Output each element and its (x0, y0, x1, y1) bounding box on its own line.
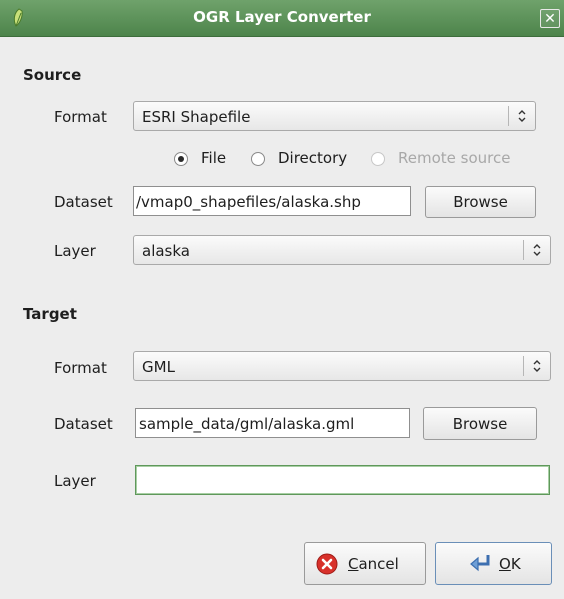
radio-remote-source (371, 152, 385, 166)
ok-mnemonic: O (499, 555, 511, 573)
target-dataset-value: sample_data/gml/alaska.gml (139, 415, 355, 433)
radio-file-label[interactable]: File (201, 149, 226, 167)
source-layer-label: Layer (54, 242, 96, 260)
radio-selected-dot (178, 156, 184, 162)
target-format-value: GML (142, 358, 175, 376)
red-x-circle-icon (316, 553, 338, 575)
combo-separator (523, 240, 524, 260)
source-layer-select[interactable]: alaska (133, 235, 551, 265)
radio-directory[interactable] (251, 152, 265, 166)
source-format-value: ESRI Shapefile (142, 108, 251, 126)
combo-separator (508, 106, 509, 126)
cancel-mnemonic: C (348, 555, 359, 573)
target-layer-field[interactable] (135, 465, 550, 495)
return-arrow-icon (470, 555, 490, 572)
updown-arrow-icon (518, 110, 526, 122)
target-browse-button[interactable]: Browse (423, 407, 537, 440)
source-browse-button[interactable]: Browse (425, 186, 536, 218)
ok-label-rest: K (510, 555, 521, 573)
target-format-select[interactable]: GML (133, 351, 551, 381)
close-icon[interactable]: ✕ (540, 9, 560, 28)
cancel-button[interactable]: Cancel (304, 542, 426, 585)
target-dataset-field[interactable]: sample_data/gml/alaska.gml (135, 408, 410, 438)
source-dataset-label: Dataset (54, 193, 113, 211)
source-section-title: Source (23, 66, 82, 84)
cancel-button-label: Cancel (348, 555, 399, 573)
source-dataset-field[interactable]: /vmap0_shapefiles/alaska.shp (133, 186, 411, 216)
radio-directory-label[interactable]: Directory (278, 149, 360, 167)
ok-button-label: OK (499, 555, 521, 573)
updown-arrow-icon (533, 360, 541, 372)
window-title: OGR Layer Converter (193, 8, 371, 26)
ok-button[interactable]: OK (435, 542, 552, 585)
combo-separator (523, 356, 524, 376)
radio-remote-source-label: Remote source (398, 149, 511, 167)
radio-file[interactable] (174, 152, 188, 166)
target-layer-label: Layer (54, 472, 96, 490)
updown-arrow-icon (533, 244, 541, 256)
dialog-window: OGR Layer Converter ✕ Source Format ESRI… (0, 0, 564, 599)
source-format-label: Format (54, 108, 107, 126)
source-format-select[interactable]: ESRI Shapefile (133, 101, 536, 131)
source-layer-value: alaska (142, 242, 190, 260)
source-dataset-value: /vmap0_shapefiles/alaska.shp (136, 193, 361, 211)
target-section-title: Target (23, 305, 77, 323)
target-format-label: Format (54, 359, 107, 377)
cancel-label-rest: ancel (358, 555, 399, 573)
title-bar[interactable]: OGR Layer Converter ✕ (0, 0, 564, 37)
target-dataset-label: Dataset (54, 415, 113, 433)
